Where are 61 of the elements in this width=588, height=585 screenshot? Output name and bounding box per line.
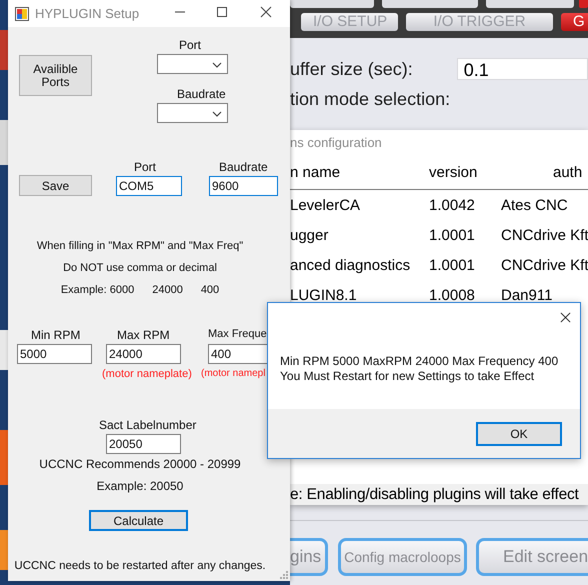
app-icon [15, 6, 29, 20]
save-button[interactable]: Save [19, 175, 92, 196]
close-icon[interactable] [260, 6, 272, 18]
mode-selection-label: tion mode selection: [290, 89, 452, 110]
column-header[interactable]: version [429, 164, 501, 180]
baudrate-dropdown[interactable] [157, 103, 228, 123]
ok-button[interactable]: OK [476, 422, 562, 446]
table-cell-text: ugger [290, 226, 330, 244]
message-text: Min RPM 5000 MaxRPM 24000 Max Frequency 400 [280, 354, 560, 369]
table-cell-text: anced diagnostics [290, 256, 412, 274]
table-cell-text: LevelerCA [290, 196, 362, 214]
field-note: (motor nameplate) [102, 368, 192, 380]
buffer-size-label: uffer size (sec): [290, 58, 413, 80]
chevron-down-icon [212, 111, 222, 117]
close-icon[interactable] [560, 312, 571, 323]
column-header[interactable]: n name [290, 164, 429, 180]
table-cell-text: 1.0001 [429, 226, 476, 244]
calculate-button[interactable]: Calculate [89, 510, 188, 531]
footer-text: UCCNC needs to be restarted after any changes. [13, 560, 267, 572]
plugins-note: e: Enabling/disabling plugins will take effect [290, 484, 588, 505]
field-label: Max Freque [208, 328, 267, 340]
hint-text: Do NOT use comma or decimal [63, 262, 217, 274]
baudrate-label: Baudrate [219, 160, 268, 174]
label-number-label: Sact Labelnumber [99, 418, 196, 432]
port-label: Port [134, 160, 156, 174]
window-title: ns configuration [290, 130, 588, 155]
port-field[interactable]: COM5 [116, 176, 182, 196]
input-field[interactable]: 400 [208, 344, 268, 364]
resize-grip-icon[interactable] [279, 570, 288, 579]
table-cell-text: Ates CNC [501, 196, 569, 214]
tab[interactable]: G [561, 13, 588, 31]
recommendation-text: UCCNC Recommends 20000 - 20999 [38, 457, 242, 471]
port-dropdown[interactable] [157, 54, 228, 74]
baudrate-field[interactable]: 9600 [209, 176, 278, 196]
example-text: Example: 6000 [60, 284, 134, 296]
example-text: 24000 [152, 284, 183, 296]
field-label: Min RPM [31, 328, 80, 342]
available-ports-button[interactable]: Availible Ports [19, 55, 92, 96]
example-text: Example: 20050 [96, 479, 184, 493]
table-cell-text: 1.0042 [429, 196, 476, 214]
hint-text: When filling in "Max RPM" and "Max Freq" [36, 240, 244, 252]
example-text: 400 [200, 284, 220, 296]
label-number-field[interactable]: 20050 [106, 434, 181, 454]
chevron-down-icon [212, 62, 222, 68]
table-cell-text: 1.0001 [429, 256, 476, 274]
message-text: You Must Restart for new Settings to take Effect [280, 369, 536, 384]
window-title: HYPLUGIN Setup [35, 6, 140, 21]
table-cell-text: Dan911 [501, 286, 554, 304]
column-header[interactable]: auth [501, 164, 588, 180]
field-note: (motor namepl [201, 368, 266, 379]
table-cell-text: LUGIN8.1 [290, 286, 358, 304]
buffer-size-field[interactable]: 0.1 [456, 58, 588, 80]
table-cell: CNCdrive Kft [501, 256, 588, 274]
table-cell: CNCdrive Kft [501, 226, 588, 244]
port-label: Port [179, 38, 202, 52]
input-field[interactable]: 5000 [17, 344, 92, 364]
maximize-icon[interactable] [216, 6, 228, 18]
input-field[interactable]: 24000 [106, 344, 181, 364]
table-cell-text: 1.0008 [429, 286, 476, 304]
field-label: Max RPM [117, 328, 170, 342]
baudrate-label: Baudrate [177, 87, 226, 101]
